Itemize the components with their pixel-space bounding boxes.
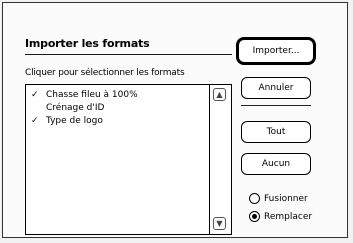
select-none-button[interactable]: Aucun <box>241 153 311 175</box>
replace-label: Remplacer <box>264 212 313 222</box>
list-item[interactable]: ✓ Chasse fileu à 100% <box>26 89 210 102</box>
select-all-button[interactable]: Tout <box>241 121 311 143</box>
import-formats-dialog: Importer les formats Cliquer pour sélect… <box>2 2 348 238</box>
title-divider <box>25 54 232 55</box>
checkmark-icon: ✓ <box>31 116 39 126</box>
up-arrow-icon[interactable]: ▲ <box>213 88 226 101</box>
list-item[interactable]: ✓ Type de logo <box>26 115 210 128</box>
checkmark-icon: ✓ <box>31 90 39 100</box>
dialog-title: Importer les formats <box>25 37 150 50</box>
replace-radio[interactable] <box>249 211 260 222</box>
cancel-button[interactable]: Annuler <box>241 77 311 99</box>
list-scrollbar[interactable]: ▲ ▼ <box>209 85 231 234</box>
list-item-label: Chasse fileu à 100% <box>46 90 138 100</box>
down-arrow-icon[interactable]: ▼ <box>213 217 226 230</box>
import-button[interactable]: Importer... <box>236 37 316 65</box>
merge-radio[interactable] <box>249 193 260 204</box>
instructions-text: Cliquer pour sélectionner les formats <box>25 68 185 78</box>
merge-label: Fusionner <box>264 194 308 204</box>
formats-listbox[interactable]: ✓ Chasse fileu à 100% Crénage d'ID ✓ Typ… <box>25 84 232 235</box>
list-item-label: Crénage d'ID <box>46 103 105 113</box>
list-item-label: Type de logo <box>46 116 103 126</box>
list-item[interactable]: Crénage d'ID <box>26 102 210 115</box>
button-divider <box>241 105 311 106</box>
